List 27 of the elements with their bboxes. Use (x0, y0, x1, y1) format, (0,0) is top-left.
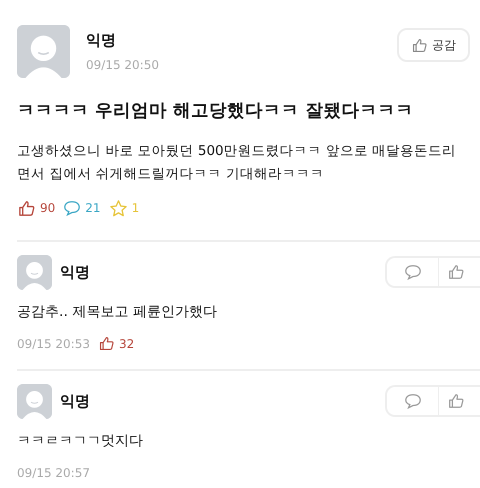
like-button[interactable]: 공감 (397, 28, 470, 62)
avatar (17, 384, 52, 419)
post-title: ㅋㅋㅋㅋ 우리엄마 해고당했다ㅋㅋ 잘됐다ㅋㅋㅋ (17, 100, 414, 123)
post-time: 09/15 20:50 (86, 56, 159, 74)
thumbs-up-icon (98, 335, 115, 352)
avatar (17, 254, 52, 290)
star-icon (108, 198, 128, 218)
thumbs-up-icon (447, 392, 465, 410)
comment-count: 21 (85, 200, 101, 218)
thumbs-up-icon (411, 36, 428, 54)
scrap-count: 1 (132, 200, 140, 218)
like-count: 32 (118, 336, 134, 353)
speech-bubble-icon (404, 263, 422, 282)
comment-time: 09/15 20:57 (17, 464, 90, 482)
thumbs-up-icon (447, 263, 465, 282)
comment-time: 09/15 20:53 (17, 336, 90, 353)
author-name: 익명 (86, 30, 117, 51)
comment-text: 공감추.. 제목보고 페륜인가했다 (17, 302, 218, 322)
post-body: 고생하셨으니 바로 모아뒀던 500만원드렸다ㅋㅋ 앞으로 매달용돈드리면서 집에서 쉬게해드릴꺼다ㅋㅋ 기대해라ㅋㅋㅋ (17, 142, 458, 184)
avatar (17, 25, 70, 78)
speech-bubble-icon (63, 199, 82, 218)
thumbs-up-icon (17, 198, 36, 218)
like-count: 90 (40, 200, 56, 218)
speech-bubble-icon (404, 392, 422, 410)
author-name: 익명 (60, 262, 90, 284)
author-name: 익명 (60, 391, 90, 412)
comment-text: ㅋㅋㄹㅋㄱㄱ멋지다 (17, 432, 144, 451)
